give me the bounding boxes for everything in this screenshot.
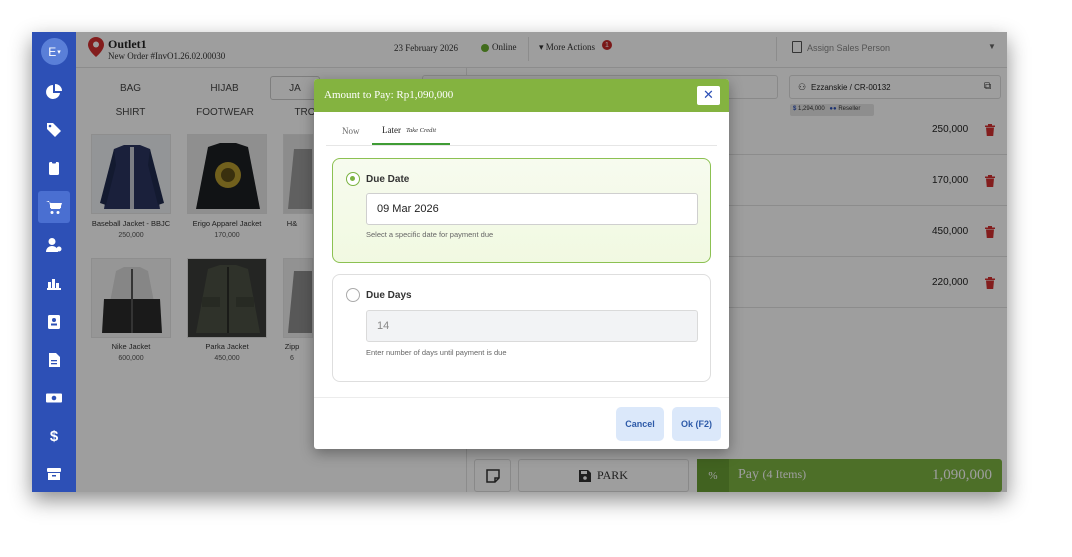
due-date-help: Select a specific date for payment due — [366, 230, 494, 239]
tag-icon[interactable] — [46, 122, 62, 138]
user-avatar[interactable]: E ▾ — [41, 38, 68, 65]
ok-button[interactable]: Ok (F2) — [672, 407, 721, 441]
tab-later[interactable]: Later — [382, 125, 401, 135]
divider — [314, 397, 729, 398]
dialog-title: Amount to Pay: Rp1,090,000 — [324, 89, 454, 101]
due-days-title: Due Days — [366, 290, 412, 301]
due-days-input[interactable]: 14 — [366, 310, 698, 342]
divider — [326, 145, 717, 146]
due-date-title: Due Date — [366, 174, 410, 185]
due-days-radio[interactable] — [346, 288, 360, 302]
due-date-input[interactable]: 09 Mar 2026 — [366, 193, 698, 225]
due-date-option[interactable]: Due Date 09 Mar 2026 Select a specific d… — [332, 158, 711, 263]
report-chart-icon[interactable] — [46, 275, 62, 291]
dialog-header: Amount to Pay: Rp1,090,000 ✕ — [314, 79, 729, 112]
due-days-help: Enter number of days until payment is du… — [366, 348, 507, 357]
cart-icon[interactable] — [46, 199, 62, 215]
clipboard-icon[interactable] — [46, 160, 62, 176]
sidebar: E ▾ $ — [32, 32, 76, 492]
document-icon[interactable] — [46, 352, 62, 368]
radio-selected-dot — [350, 176, 355, 181]
tab-now[interactable]: Now — [342, 126, 360, 136]
cancel-button[interactable]: Cancel — [616, 407, 664, 441]
payment-due-dialog: Amount to Pay: Rp1,090,000 ✕ Now Later T… — [314, 79, 729, 449]
cash-icon[interactable] — [46, 390, 62, 406]
avatar-initial: E — [48, 44, 57, 59]
due-date-radio[interactable] — [346, 172, 360, 186]
dashboard-pie-icon[interactable] — [46, 84, 62, 100]
customer-settings-icon[interactable] — [46, 237, 62, 253]
archive-icon[interactable] — [46, 466, 62, 482]
tab-later-subtitle: Take Credit — [406, 127, 437, 134]
due-days-option[interactable]: Due Days 14 Enter number of days until p… — [332, 274, 711, 382]
dollar-icon[interactable]: $ — [46, 428, 62, 445]
close-button[interactable]: ✕ — [697, 86, 720, 105]
contacts-book-icon[interactable] — [46, 314, 62, 330]
